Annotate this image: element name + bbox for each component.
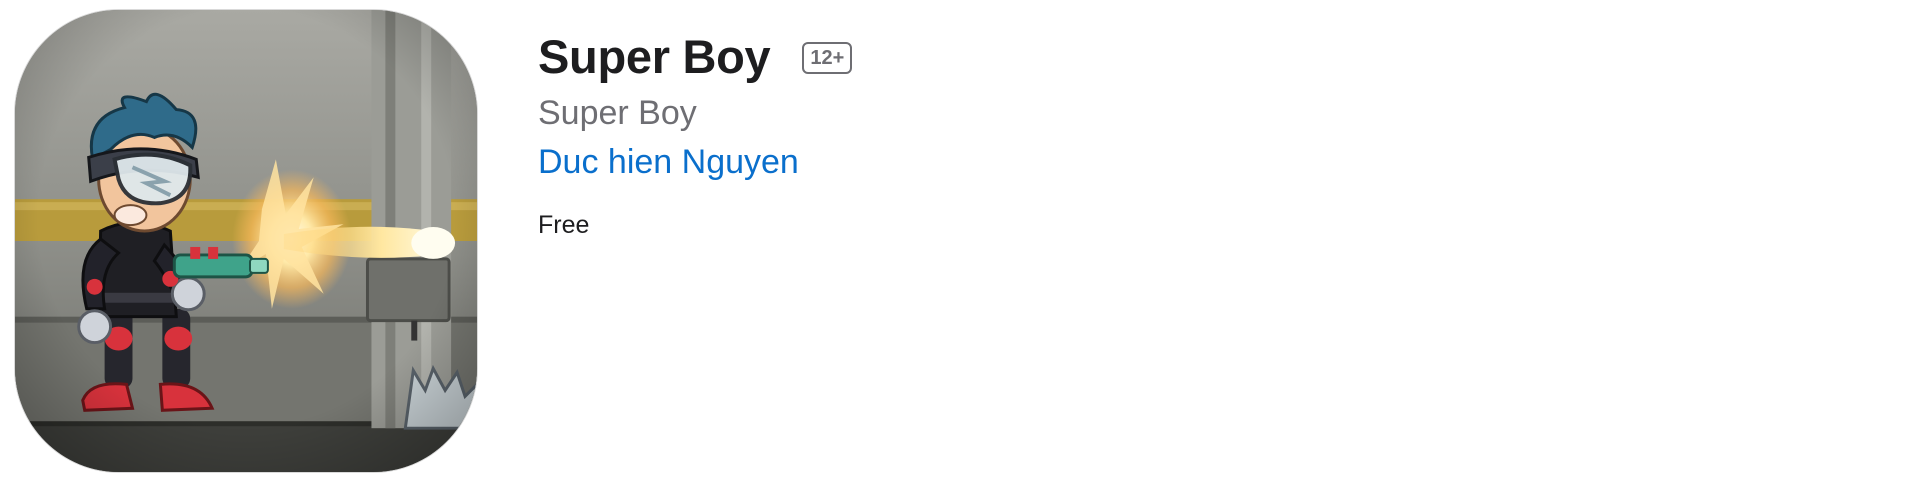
app-icon[interactable] <box>14 9 478 473</box>
app-icon-artwork <box>15 10 477 472</box>
price-label: Free <box>538 211 590 239</box>
developer-link[interactable]: Duc hien Nguyen <box>538 138 852 186</box>
age-rating-badge: 12+ <box>802 42 853 74</box>
title-row: Super Boy 12+ <box>538 26 853 88</box>
app-header: Super Boy 12+ Super Boy Duc hien Nguyen … <box>0 0 1920 480</box>
app-subtitle: Super Boy <box>538 94 697 132</box>
app-info: Super Boy 12+ Super Boy Duc hien Nguyen … <box>538 26 853 242</box>
app-title: Super Boy <box>538 30 771 83</box>
